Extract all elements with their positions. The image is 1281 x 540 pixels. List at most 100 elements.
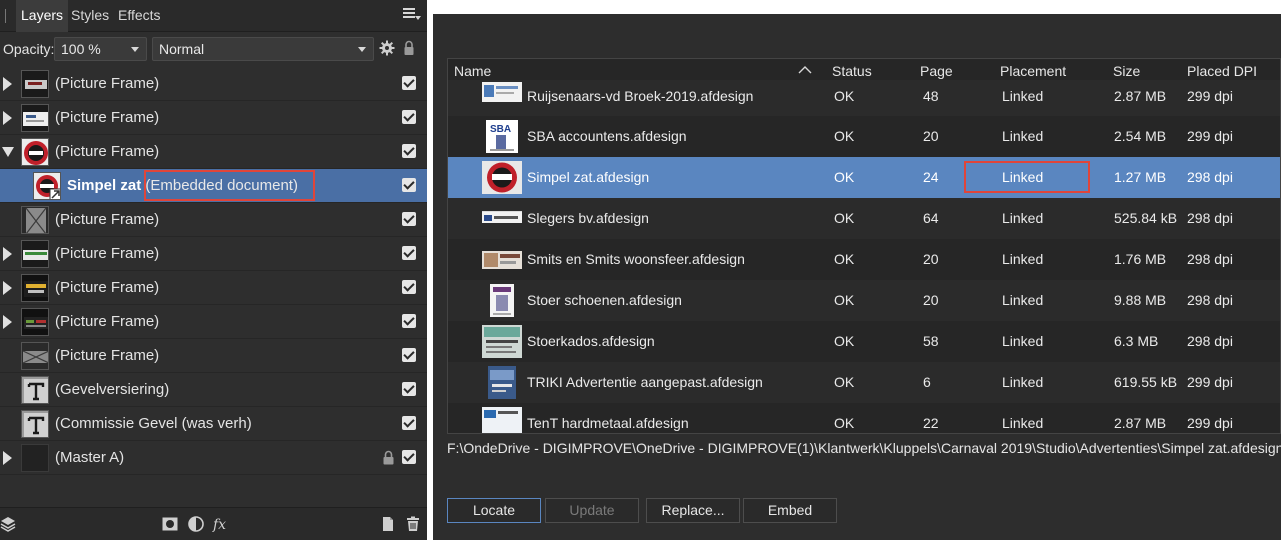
resource-page: 20 xyxy=(923,292,939,308)
column-header-name[interactable]: Name xyxy=(454,63,491,79)
layer-row[interactable]: (Master A) xyxy=(0,441,427,475)
tab-styles[interactable]: Styles xyxy=(66,0,114,32)
layer-visibility-checkbox[interactable] xyxy=(402,416,416,430)
layer-thumbnail xyxy=(21,240,49,268)
highlight-box xyxy=(144,170,315,201)
layer-row[interactable]: (Picture Frame) xyxy=(0,305,427,339)
column-header-size[interactable]: Size xyxy=(1113,63,1140,79)
chevron-down-icon xyxy=(131,47,139,52)
layer-visibility-checkbox[interactable] xyxy=(402,76,416,90)
layer-row[interactable]: (Picture Frame) xyxy=(0,339,427,373)
table-row-selected[interactable]: Simpel zat.afdesign OK 24 Linked 1.27 MB… xyxy=(448,157,1280,198)
layers-stack-icon[interactable] xyxy=(0,516,16,532)
panel-menu-icon[interactable] xyxy=(403,8,421,22)
layer-thumbnail xyxy=(21,104,49,132)
opacity-row: Opacity: 100 % Normal xyxy=(0,33,427,66)
trash-icon[interactable] xyxy=(405,516,421,532)
layer-row[interactable]: (Picture Frame) xyxy=(0,271,427,305)
resource-dpi: 299 dpi xyxy=(1187,415,1233,431)
table-row[interactable]: TRIKI Advertentie aangepast.afdesign OK … xyxy=(448,362,1280,403)
lock-icon[interactable] xyxy=(383,450,394,465)
mask-icon[interactable] xyxy=(162,516,178,532)
replace-button[interactable]: Replace... xyxy=(646,498,740,523)
table-row[interactable]: Slegers bv.afdesign OK 64 Linked 525.84 … xyxy=(448,198,1280,239)
column-header-placement[interactable]: Placement xyxy=(1000,63,1066,79)
collapse-arrow-icon[interactable] xyxy=(2,147,14,157)
layer-row[interactable]: (Commissie Gevel (was verh) xyxy=(0,407,427,441)
resource-status: OK xyxy=(834,374,855,390)
table-row[interactable]: Smits en Smits woonsfeer.afdesign OK 20 … xyxy=(448,239,1280,280)
table-row[interactable]: SBA SBA accountens.afdesign OK 20 Linked… xyxy=(448,116,1280,157)
resource-size: 1.27 MB xyxy=(1114,169,1167,185)
resource-size: 6.3 MB xyxy=(1114,333,1159,349)
adjustment-icon[interactable] xyxy=(188,516,204,532)
resource-page: 20 xyxy=(923,128,939,144)
fx-effects-icon[interactable]: fx xyxy=(212,516,232,532)
expand-arrow-icon[interactable] xyxy=(3,111,12,125)
locate-button[interactable]: Locate xyxy=(447,498,541,523)
layer-row[interactable]: (Picture Frame) xyxy=(0,203,427,237)
resource-status: OK xyxy=(834,88,855,104)
resource-dpi: 298 dpi xyxy=(1187,333,1233,349)
opacity-dropdown[interactable]: 100 % xyxy=(54,37,147,61)
layer-visibility-checkbox[interactable] xyxy=(402,280,416,294)
resource-page: 64 xyxy=(923,210,939,226)
resource-dpi: 298 dpi xyxy=(1187,169,1233,185)
layer-visibility-checkbox[interactable] xyxy=(402,144,416,158)
layer-visibility-checkbox[interactable] xyxy=(402,314,416,328)
table-row[interactable]: Stoer schoenen.afdesign OK 20 Linked 9.8… xyxy=(448,280,1280,321)
layer-visibility-checkbox[interactable] xyxy=(402,212,416,226)
tab-effects[interactable]: Effects xyxy=(113,0,166,32)
layer-visibility-checkbox[interactable] xyxy=(402,450,416,464)
table-row[interactable]: Stoerkados.afdesign OK 58 Linked 6.3 MB … xyxy=(448,321,1280,362)
layers-list: (Picture Frame) (Picture Frame) (Picture… xyxy=(0,67,427,475)
layer-name: (Picture Frame) xyxy=(55,313,160,330)
resource-thumbnail xyxy=(482,325,522,358)
layer-row[interactable]: (Picture Frame) xyxy=(0,135,427,169)
new-layer-icon[interactable] xyxy=(380,516,396,532)
update-button[interactable]: Update xyxy=(545,498,639,523)
text-layer-icon xyxy=(21,376,49,404)
expand-arrow-icon[interactable] xyxy=(3,315,12,329)
tab-layers[interactable]: Layers xyxy=(16,0,69,32)
layer-visibility-checkbox[interactable] xyxy=(402,348,416,362)
layer-row-selected[interactable]: Simpel zat (Embedded document) xyxy=(0,169,427,203)
layer-visibility-checkbox[interactable] xyxy=(402,382,416,396)
resource-page: 6 xyxy=(923,374,931,390)
layer-visibility-checkbox[interactable] xyxy=(402,110,416,124)
layer-name: (Picture Frame) xyxy=(55,211,160,228)
table-row[interactable]: Ruijsenaars-vd Broek-2019.afdesign OK 48… xyxy=(448,80,1280,116)
svg-text:fx: fx xyxy=(212,517,226,532)
table-row[interactable]: TenT hardmetaal.afdesign OK 22 Linked 2.… xyxy=(448,403,1280,433)
blend-mode-dropdown[interactable]: Normal xyxy=(152,37,374,61)
column-header-placed-dpi[interactable]: Placed DPI xyxy=(1187,63,1257,79)
expand-arrow-icon[interactable] xyxy=(3,77,12,91)
resource-thumbnail xyxy=(482,407,522,433)
lock-icon[interactable] xyxy=(403,40,415,56)
resource-size: 2.87 MB xyxy=(1114,88,1167,104)
resource-size: 2.54 MB xyxy=(1114,128,1167,144)
sort-ascending-icon[interactable] xyxy=(798,66,812,74)
layer-thumbnail xyxy=(21,444,49,472)
layer-visibility-checkbox[interactable] xyxy=(402,178,416,192)
layer-name: (Commissie Gevel (was verh) xyxy=(55,415,252,432)
expand-arrow-icon[interactable] xyxy=(3,281,12,295)
layer-row[interactable]: (Picture Frame) xyxy=(0,237,427,271)
resource-status: OK xyxy=(834,415,855,431)
resource-name: Slegers bv.afdesign xyxy=(527,210,649,226)
layer-row[interactable]: (Picture Frame) xyxy=(0,67,427,101)
gear-icon[interactable] xyxy=(379,40,395,56)
layer-row[interactable]: (Gevelversiering) xyxy=(0,373,427,407)
layer-row[interactable]: (Picture Frame) xyxy=(0,101,427,135)
column-header-status[interactable]: Status xyxy=(832,63,872,79)
layer-visibility-checkbox[interactable] xyxy=(402,246,416,260)
expand-arrow-icon[interactable] xyxy=(3,451,12,465)
layers-panel: Layers Styles Effects Opacity: 100 % Nor… xyxy=(0,0,427,540)
embed-button[interactable]: Embed xyxy=(743,498,837,523)
expand-arrow-icon[interactable] xyxy=(3,247,12,261)
layer-name: (Picture Frame) xyxy=(55,109,160,126)
resource-name: Simpel zat.afdesign xyxy=(527,169,650,185)
column-header-page[interactable]: Page xyxy=(920,63,953,79)
layer-thumbnail xyxy=(21,342,49,370)
resource-name: Stoer schoenen.afdesign xyxy=(527,292,682,308)
